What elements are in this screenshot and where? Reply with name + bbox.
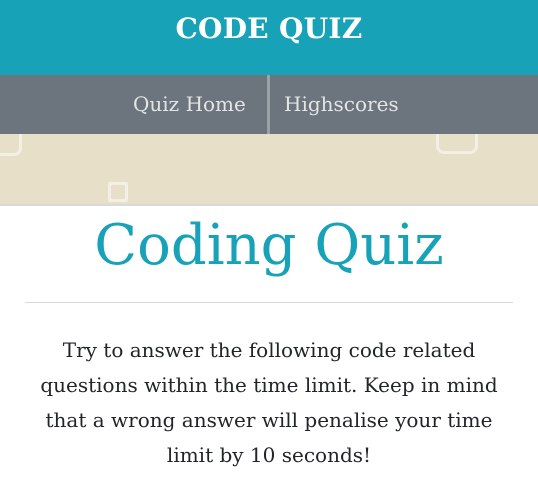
pattern-shape [0, 134, 22, 156]
main-content: Coding Quiz Try to answer the following … [0, 204, 538, 488]
pattern-shape [108, 182, 128, 202]
top-header: CODE QUIZ [0, 0, 538, 75]
brand-title: CODE QUIZ [175, 12, 363, 45]
divider [25, 302, 513, 303]
intro-text: Try to answer the following code related… [40, 338, 498, 467]
nav-link-quiz-home[interactable]: Quiz Home [133, 74, 246, 133]
page-title: Coding Quiz [94, 213, 444, 278]
nav-link-highscores[interactable]: Highscores [284, 74, 399, 133]
nav-divider [267, 75, 270, 134]
decorative-pattern-banner [0, 134, 538, 204]
nav-bar: Quiz Home Highscores [0, 75, 538, 134]
pattern-shape [436, 134, 478, 154]
